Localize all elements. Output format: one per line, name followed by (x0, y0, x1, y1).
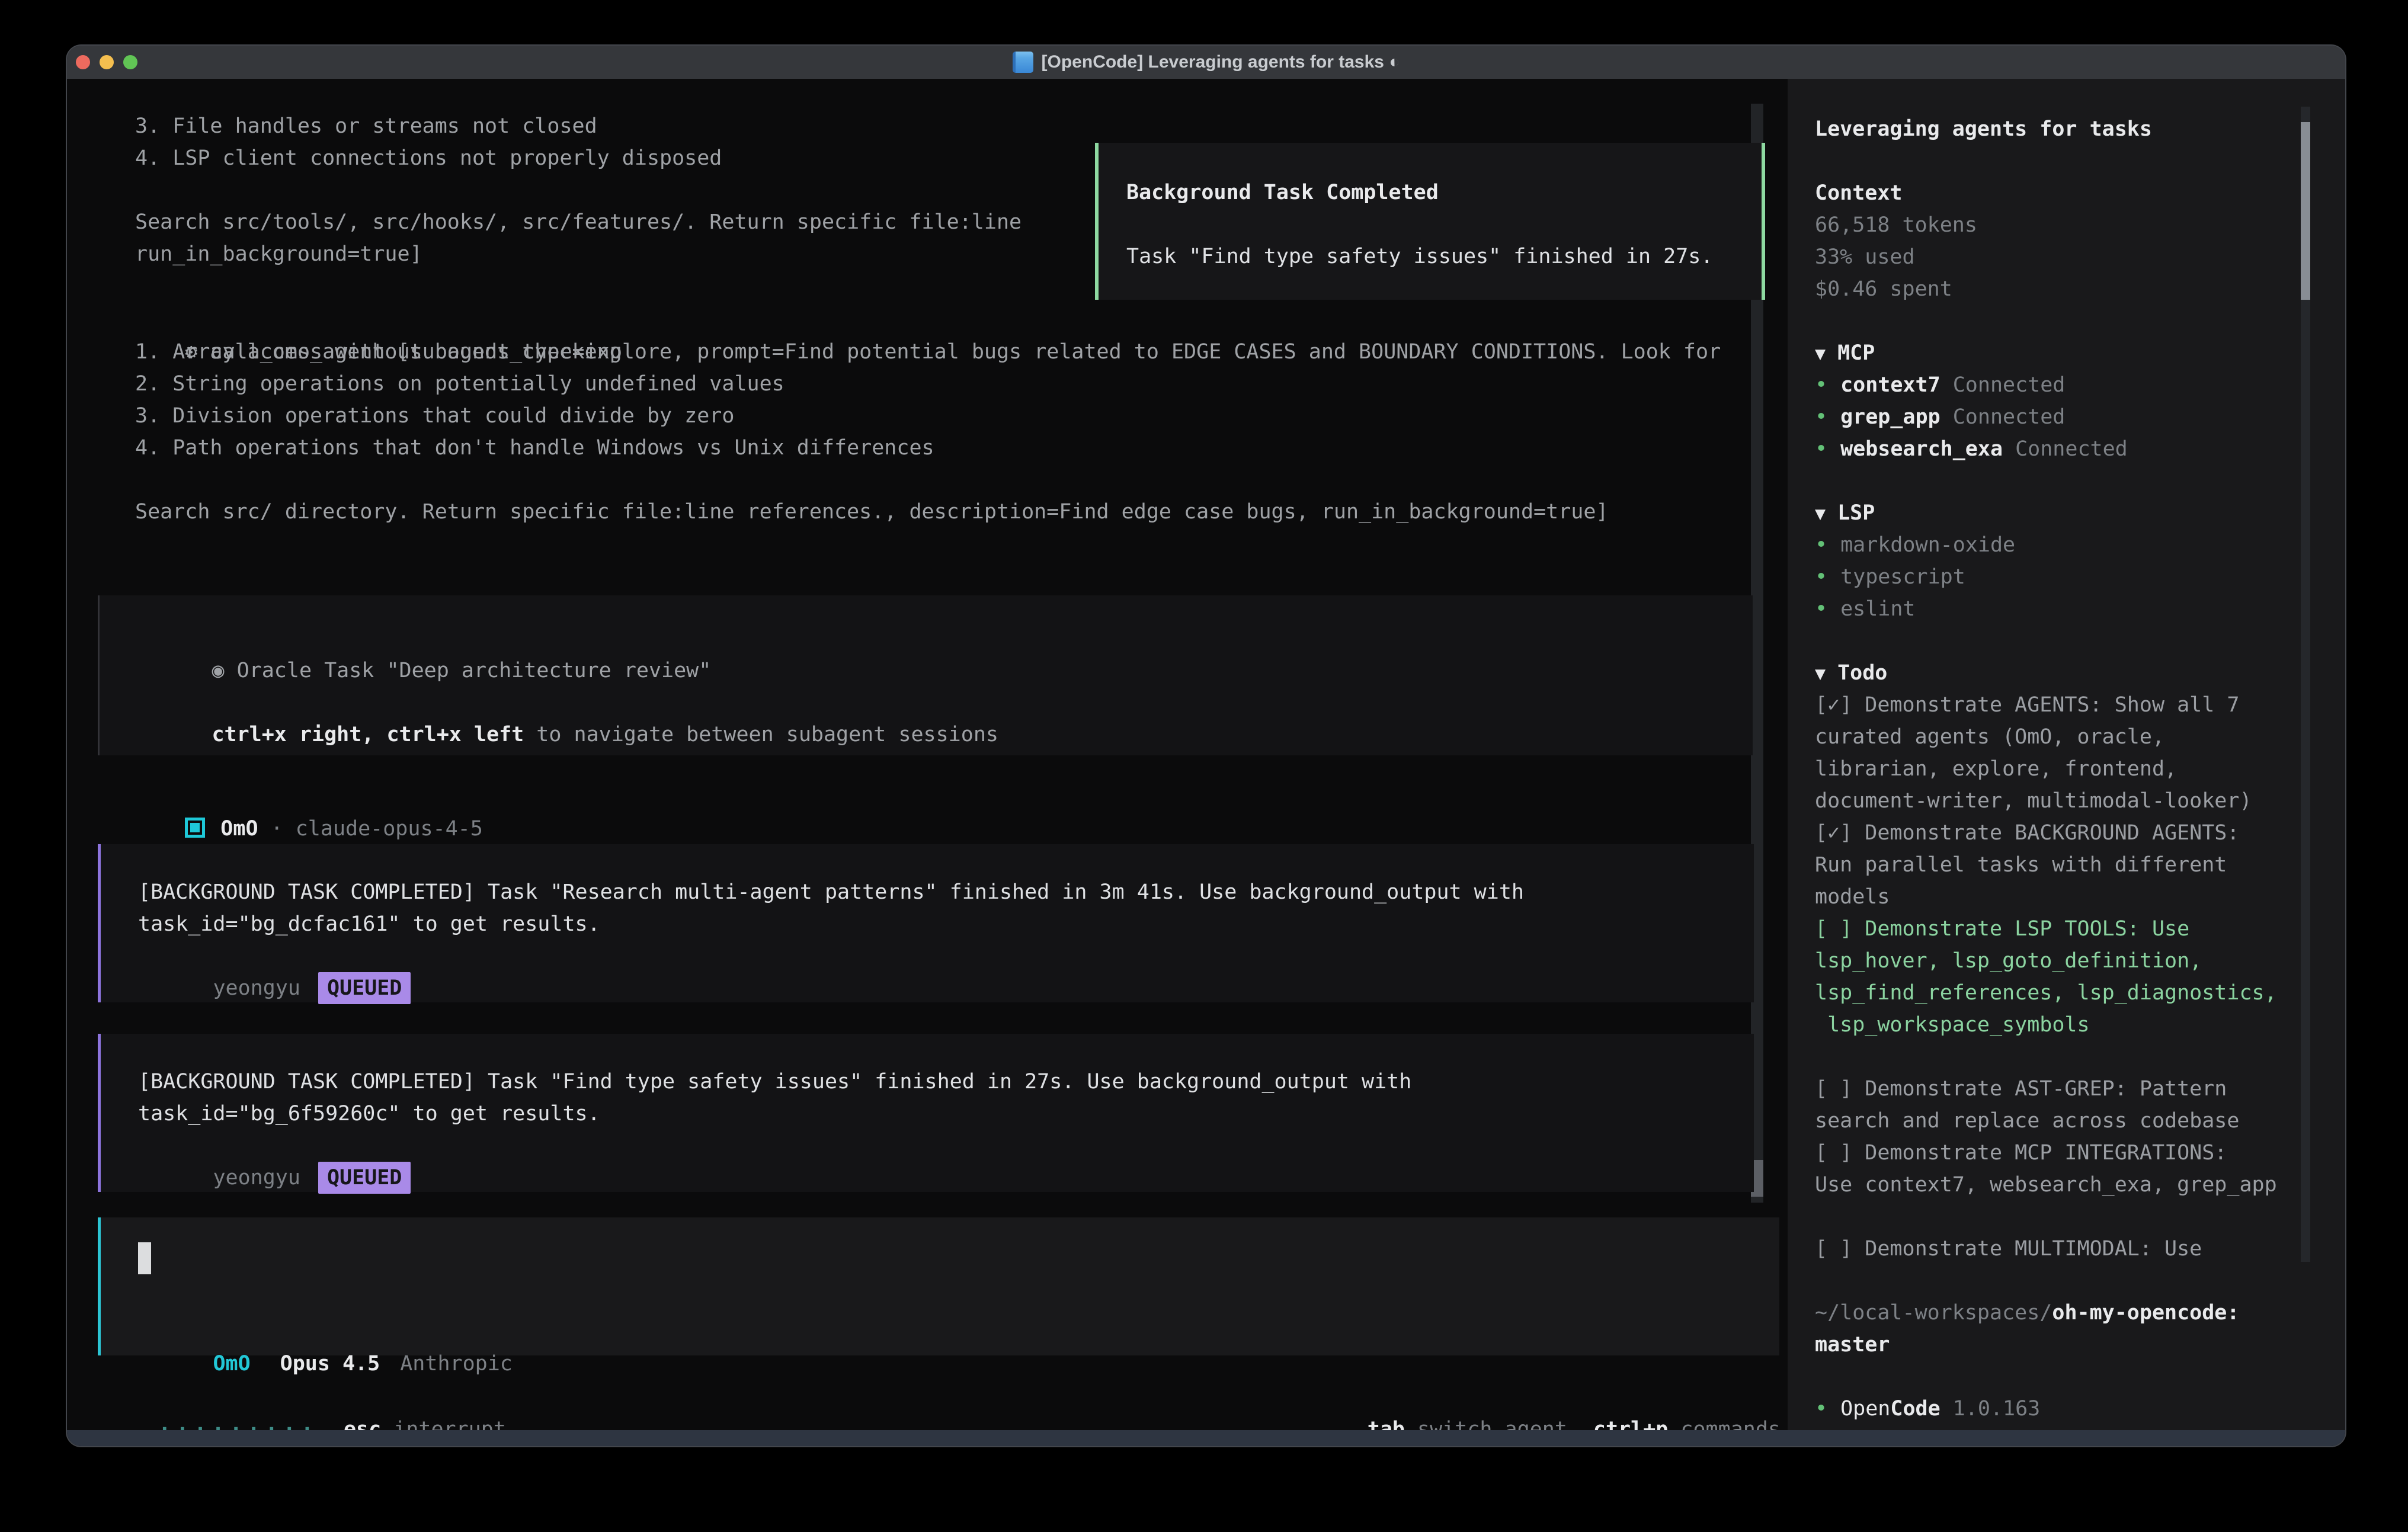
lsp-item: • markdown-oxide (1815, 529, 2345, 561)
workspace-path: ~/local-workspaces/oh-my-opencode: (1815, 1297, 2345, 1329)
task-message-2[interactable]: [BACKGROUND TASK COMPLETED] Task "Find t… (98, 1034, 1754, 1192)
close-window-button[interactable] (76, 55, 90, 69)
window-title: [OpenCode] Leveraging agents for tasks ◐ (1042, 52, 1400, 72)
mcp-heading: MCP (1837, 341, 1875, 365)
mcp-name: context7 (1840, 373, 1941, 397)
terminal-window: [OpenCode] Leveraging agents for tasks ◐… (67, 46, 2345, 1446)
statusbar-left: ·········esc interrupt (108, 1382, 506, 1414)
status-dot-icon: • (1815, 597, 1827, 621)
status-dot-icon: • (1815, 1397, 1827, 1421)
mcp-item: • websearch_exa Connected (1815, 433, 2345, 465)
message-author: yeongyu (213, 1166, 300, 1190)
active-agent-label: OmO (213, 1352, 250, 1376)
task-message-1[interactable]: [BACKGROUND TASK COMPLETED] Task "Resear… (98, 844, 1754, 1002)
mcp-status: Connected (2003, 437, 2128, 461)
mcp-name: grep_app (1840, 405, 1941, 429)
mcp-status: Connected (1941, 373, 2066, 397)
context-tokens: 66,518 tokens (1815, 209, 2345, 241)
oracle-task-line: ◉ Oracle Task "Deep architecture review" (137, 623, 711, 655)
message-author: yeongyu (213, 976, 300, 1000)
agent-header: OmO · claude-opus-4-5 (135, 781, 483, 813)
chevron-down-icon: ▼ (1815, 664, 1826, 684)
mcp-section-header[interactable]: ▼ MCP (1815, 337, 2345, 369)
tool-call-line: ⚙ call_omo_agent [subagent_type=explore,… (135, 304, 1721, 336)
mcp-item: • context7 Connected (1815, 369, 2345, 401)
agent-name: OmO (220, 817, 258, 841)
lsp-name: markdown-oxide (1840, 533, 2015, 557)
queued-badge: QUEUED (318, 1162, 411, 1194)
task-message-text: [BACKGROUND TASK COMPLETED] Task "Find t… (138, 1066, 1411, 1098)
terminal-scrollback: 3. File handles or streams not closed4. … (135, 110, 1022, 270)
status-dot-icon: • (1815, 437, 1827, 461)
lsp-section-header[interactable]: ▼ LSP (1815, 497, 2345, 529)
queued-badge: QUEUED (318, 972, 411, 1004)
mcp-name: websearch_exa (1840, 437, 2003, 461)
agent-omo-icon (185, 818, 205, 838)
version-row: • OpenCode 1.0.163 (1815, 1393, 2345, 1425)
workspace-branch: master (1815, 1329, 2345, 1361)
app-name-bold: Code (1890, 1397, 1940, 1421)
context-spent: $0.46 spent (1815, 273, 2345, 305)
prompt-input[interactable]: OmOOpus 4.5Anthropic (98, 1217, 1779, 1355)
titlebar[interactable]: [OpenCode] Leveraging agents for tasks ◐ (67, 46, 2345, 79)
lsp-item: • eslint (1815, 593, 2345, 625)
session-sidebar: Leveraging agents for tasks Context 66,5… (1788, 79, 2345, 1430)
todo-item-ast-grep: [ ] Demonstrate AST-GREP: Patternsearch … (1815, 1073, 2345, 1137)
todo-item-lsp-tools: [ ] Demonstrate LSP TOOLS: Uselsp_hover,… (1815, 913, 2345, 1041)
lsp-name: typescript (1840, 565, 1965, 589)
mcp-status: Connected (1941, 405, 2066, 429)
sidebar-scrollbar-thumb[interactable] (2301, 122, 2310, 300)
task-message-text: task_id="bg_dcfac161" to get results. (138, 908, 600, 940)
app-name-regular: Open (1840, 1397, 1890, 1421)
todo-item-background-agents: [✓] Demonstrate BACKGROUND AGENTS:Run pa… (1815, 817, 2345, 913)
context-heading: Context (1815, 177, 2345, 209)
todo-heading: Todo (1837, 661, 1887, 685)
maximize-window-button[interactable] (123, 55, 137, 69)
chevron-down-icon: ▼ (1815, 344, 1826, 364)
oracle-task-label: Oracle Task "Deep architecture review" (225, 659, 712, 682)
todo-item-agents: [✓] Demonstrate AGENTS: Show all 7curate… (1815, 689, 2345, 817)
model-status-row: OmOOpus 4.5Anthropic (138, 1316, 513, 1348)
tool-call-prompt-lines: 1. Array access without bounds checking2… (135, 336, 1608, 528)
status-dot-icon: • (1815, 373, 1827, 397)
nav-hint-keys: ctrl+x right, ctrl+x left (212, 723, 524, 746)
statusbar-right: tab switch agentctrl+p commands (1317, 1382, 1781, 1414)
session-title: Leveraging agents for tasks (1815, 113, 2345, 145)
window-bottom-bar (67, 1430, 2345, 1446)
minimize-window-button[interactable] (100, 55, 114, 69)
lsp-name: eslint (1840, 597, 1915, 621)
mcp-item: • grep_app Connected (1815, 401, 2345, 433)
record-icon: ◉ (212, 659, 224, 682)
app-version: 1.0.163 (1941, 1397, 2041, 1421)
status-dot-icon: • (1815, 533, 1827, 557)
agent-separator: · (258, 817, 296, 841)
todo-item-mcp-integrations: [ ] Demonstrate MCP INTEGRATIONS:Use con… (1815, 1137, 2345, 1201)
todo-item-multimodal: [ ] Demonstrate MULTIMODAL: Use (1815, 1233, 2345, 1265)
subagent-nav-hint: ctrl+x right, ctrl+x left to navigate be… (137, 687, 998, 719)
task-message-text: task_id="bg_6f59260c" to get results. (138, 1098, 600, 1130)
status-dot-icon: • (1815, 565, 1827, 589)
background-task-notification: Background Task Completed Task "Find typ… (1095, 143, 1765, 300)
active-model-label: Opus 4.5 (280, 1352, 380, 1376)
todo-section-header[interactable]: ▼ Todo (1815, 657, 2345, 689)
status-dot-icon: • (1815, 405, 1827, 429)
workspace-repo: oh-my-opencode: (2052, 1301, 2239, 1325)
task-message-meta: yeongyuQUEUED (138, 940, 411, 972)
oracle-task-box[interactable]: ◉ Oracle Task "Deep architecture review"… (98, 595, 1753, 755)
agent-model: claude-opus-4-5 (296, 817, 483, 841)
nav-hint-text: to navigate between subagent sessions (524, 723, 998, 746)
lsp-heading: LSP (1837, 501, 1875, 525)
lsp-item: • typescript (1815, 561, 2345, 593)
provider-label: Anthropic (400, 1352, 513, 1376)
screen: { "window": { "title": "[OpenCode] Lever… (0, 0, 2408, 1532)
text-cursor (138, 1242, 151, 1274)
task-message-meta: yeongyuQUEUED (138, 1130, 411, 1162)
chevron-down-icon: ▼ (1815, 504, 1826, 524)
notification-body: Task "Find type safety issues" finished … (1126, 241, 1713, 273)
workspace-path-prefix: ~/local-workspaces/ (1815, 1301, 2052, 1325)
notification-title: Background Task Completed (1126, 177, 1439, 209)
context-used: 33% used (1815, 241, 2345, 273)
folder-icon (1013, 52, 1033, 73)
task-message-text: [BACKGROUND TASK COMPLETED] Task "Resear… (138, 876, 1524, 908)
